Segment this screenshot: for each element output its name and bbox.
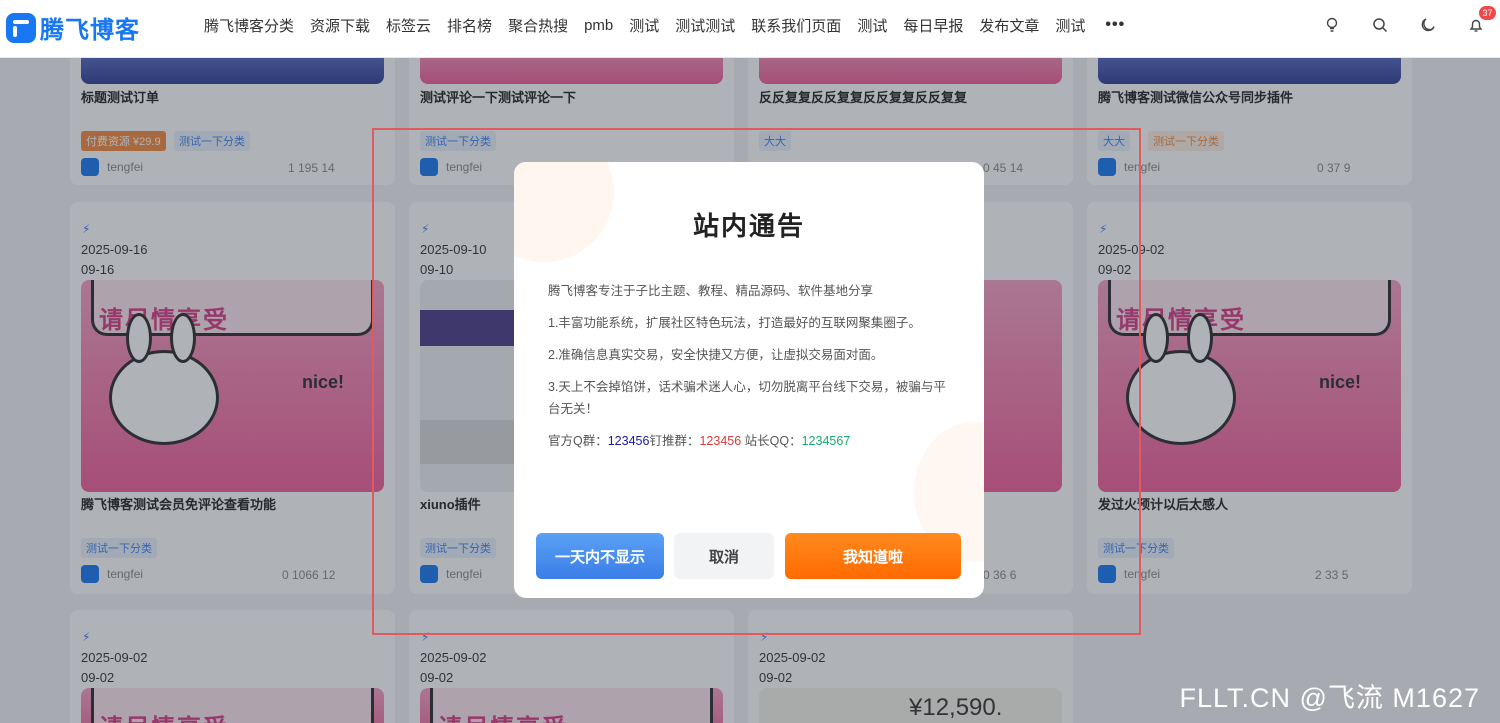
nav-item-rank[interactable]: 排名榜 [439, 15, 500, 36]
cancel-button[interactable]: 取消 [674, 533, 774, 579]
modal-title: 站内通告 [692, 211, 805, 241]
nav-item-tags[interactable]: 标签云 [378, 15, 439, 36]
modal-point-2: 2.准确信息真实交易，安全快捷又方便，让虚拟交易面对面。 [548, 348, 884, 362]
modal-point-1: 1.丰富功能系统，扩展社区特色玩法，打造最好的互联网聚集圈子。 [548, 316, 921, 330]
nav-item-contact[interactable]: 联系我们页面 [743, 15, 849, 36]
announcement-modal: 站内通告 腾飞博客专注于子比主题、教程、精品源码、软件基地分享 1.丰富功能系统… [514, 162, 984, 598]
notification-badge: 37 [1479, 6, 1496, 20]
main-nav: 腾飞博客分类 资源下载 标签云 排名榜 聚合热搜 pmb 测试 测试测试 联系我… [196, 0, 1137, 50]
hide-one-day-button[interactable]: 一天内不显示 [536, 533, 664, 579]
logo-text: 腾飞博客 [40, 17, 140, 44]
nav-item-test[interactable]: 测试 [621, 15, 667, 36]
nav-item-pmb[interactable]: pmb [576, 17, 621, 34]
modal-body: 腾飞博客专注于子比主题、教程、精品源码、软件基地分享 1.丰富功能系统，扩展社区… [548, 280, 958, 462]
top-header: 腾飞博客 腾飞博客分类 资源下载 标签云 排名榜 聚合热搜 pmb 测试 测试测… [0, 0, 1500, 58]
modal-point-3: 3.天上不会掉馅饼，话术骗术迷人心，切勿脱离平台线下交易，被骗与平台无关！ [548, 380, 946, 416]
owner-qq-number: 1234567 [801, 434, 851, 448]
nav-item-daily[interactable]: 每日早报 [895, 15, 971, 36]
qq-group-number: 123456 [607, 434, 650, 448]
nav-item-publish[interactable]: 发布文章 [971, 15, 1047, 36]
lightbulb-icon[interactable] [1308, 0, 1356, 50]
nav-item-hot[interactable]: 聚合热搜 [500, 15, 576, 36]
nav-item-download[interactable]: 资源下载 [302, 15, 378, 36]
bell-icon[interactable]: 37 [1452, 0, 1500, 50]
nav-item-test-2[interactable]: 测试 [849, 15, 895, 36]
nav-item-testtest[interactable]: 测试测试 [667, 15, 743, 36]
nav-more-icon[interactable]: ••• [1093, 16, 1137, 34]
site-logo[interactable]: 腾飞博客 [6, 10, 140, 45]
moon-icon[interactable] [1404, 0, 1452, 50]
acknowledge-button[interactable]: 我知道啦 [785, 533, 961, 579]
nav-item-test-3[interactable]: 测试 [1047, 15, 1093, 36]
nav-item-category[interactable]: 腾飞博客分类 [196, 15, 302, 36]
watermark: FLLT.CN @飞流 M1627 [1179, 683, 1480, 713]
search-icon[interactable] [1356, 0, 1404, 50]
contact-line: 官方Q群：123456钉推群：123456 站长QQ：1234567 [548, 434, 851, 448]
logo-icon [6, 12, 36, 43]
header-actions: 37 [1308, 0, 1500, 50]
modal-intro: 腾飞博客专注于子比主题、教程、精品源码、软件基地分享 [548, 284, 874, 298]
push-group-number: 123456 [699, 434, 742, 448]
